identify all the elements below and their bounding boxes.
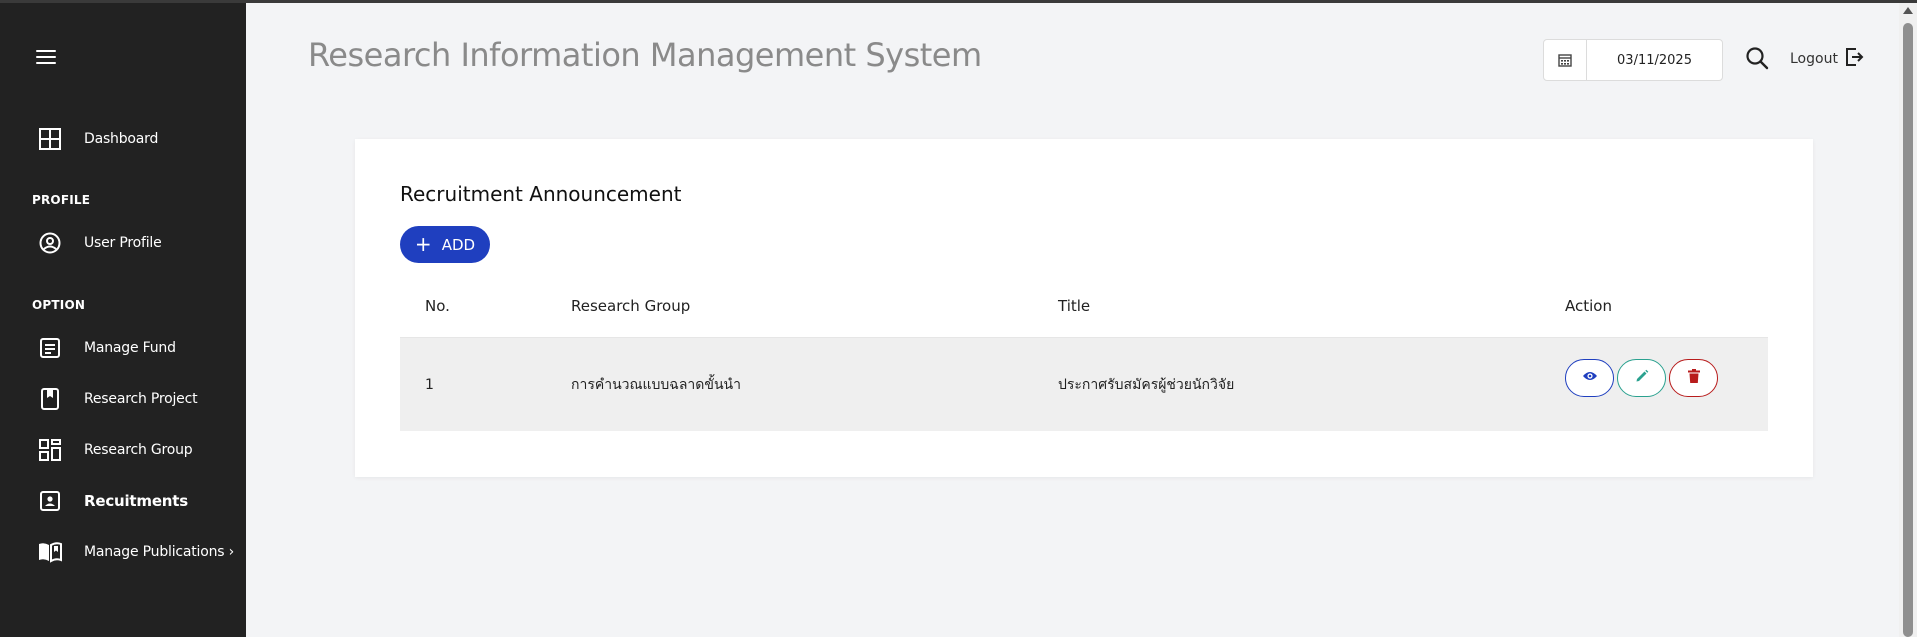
row-actions bbox=[1565, 358, 1768, 397]
window-top-border bbox=[0, 0, 1917, 3]
grid-icon bbox=[36, 436, 64, 464]
recruitment-table: No. Research Group Title Action 1 การคำน… bbox=[400, 274, 1768, 431]
sidebar-item-research-project[interactable]: Research Project bbox=[36, 385, 198, 413]
menu-toggle-icon[interactable] bbox=[36, 50, 56, 64]
sidebar-item-manage-publications[interactable]: Manage Publications › bbox=[36, 538, 234, 566]
column-header-no: No. bbox=[425, 296, 450, 315]
sidebar-item-recuitments[interactable]: Recuitments bbox=[36, 487, 188, 515]
table-header: No. Research Group Title Action bbox=[400, 274, 1768, 338]
sidebar-item-dashboard[interactable]: Dashboard bbox=[36, 125, 158, 153]
bookmark-icon bbox=[36, 385, 64, 413]
column-header-research-group: Research Group bbox=[571, 296, 691, 315]
column-header-title: Title bbox=[1058, 296, 1091, 315]
cell-research-group: การคำนวณแบบฉลาดขั้นนำ bbox=[571, 376, 741, 393]
view-button[interactable] bbox=[1565, 358, 1614, 397]
logout-button[interactable]: Logout bbox=[1790, 48, 1864, 70]
logout-icon bbox=[1844, 47, 1864, 71]
recruitment-card: Recruitment Announcement + ADD No. Resea… bbox=[355, 139, 1813, 477]
column-header-action: Action bbox=[1565, 296, 1612, 315]
cell-no: 1 bbox=[425, 376, 434, 393]
logout-label: Logout bbox=[1790, 51, 1838, 67]
user-circle-icon bbox=[36, 229, 64, 257]
sidebar-item-label: Research Group bbox=[84, 442, 193, 458]
sidebar-item-label: Manage Publications › bbox=[84, 544, 235, 560]
search-icon[interactable] bbox=[1745, 46, 1769, 70]
trash-icon bbox=[1687, 368, 1700, 387]
cell-title: ประกาศรับสมัครผู้ช่วยนักวิจัย bbox=[1058, 376, 1235, 393]
pencil-icon bbox=[1635, 369, 1649, 387]
card-title: Recruitment Announcement bbox=[400, 182, 682, 206]
sidebar-item-label: User Profile bbox=[84, 235, 162, 251]
date-picker[interactable]: 03/11/2025 bbox=[1543, 39, 1723, 81]
add-button[interactable]: + ADD bbox=[400, 226, 490, 263]
page-title: Research Information Management System bbox=[308, 36, 982, 74]
sidebar-item-manage-fund[interactable]: Manage Fund bbox=[36, 334, 176, 362]
section-title-option: OPTION bbox=[32, 298, 86, 312]
edit-button[interactable] bbox=[1617, 358, 1666, 397]
sidebar-item-label: Dashboard bbox=[84, 131, 159, 147]
plus-icon: + bbox=[414, 231, 432, 256]
add-label: ADD bbox=[441, 235, 476, 254]
sidebar-item-user-profile[interactable]: User Profile bbox=[36, 229, 162, 257]
sidebar-item-research-group[interactable]: Research Group bbox=[36, 436, 193, 464]
vertical-scrollbar[interactable] bbox=[1899, 3, 1917, 637]
calendar-icon[interactable] bbox=[1544, 40, 1587, 80]
person-card-icon bbox=[36, 487, 64, 515]
date-value[interactable]: 03/11/2025 bbox=[1587, 53, 1722, 68]
dashboard-icon bbox=[36, 125, 64, 153]
eye-icon bbox=[1582, 370, 1598, 386]
sidebar-item-label: Manage Fund bbox=[84, 340, 176, 356]
document-list-icon bbox=[36, 334, 64, 362]
sidebar-item-label: Recuitments bbox=[84, 492, 188, 510]
table-row: 1 การคำนวณแบบฉลาดขั้นนำ ประกาศรับสมัครผู… bbox=[400, 338, 1768, 431]
scroll-up-arrow-icon[interactable] bbox=[1903, 7, 1913, 14]
sidebar-item-label: Research Project bbox=[84, 391, 198, 407]
sidebar: Dashboard PROFILE User Profile OPTION Ma… bbox=[0, 3, 246, 637]
delete-button[interactable] bbox=[1669, 358, 1718, 397]
scrollbar-thumb[interactable] bbox=[1903, 23, 1913, 637]
section-title-profile: PROFILE bbox=[32, 193, 91, 207]
open-book-icon bbox=[36, 538, 64, 566]
